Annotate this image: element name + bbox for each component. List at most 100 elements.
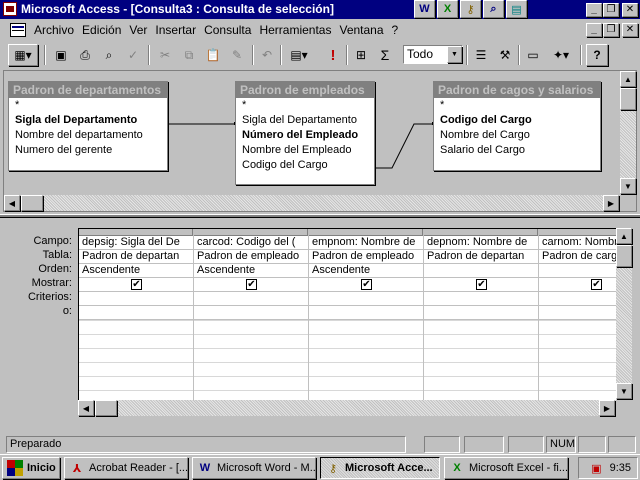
show-checkbox[interactable]: ✔ [131, 279, 142, 290]
view-button[interactable]: ▦ ▾ [8, 44, 38, 66]
field-list-item[interactable]: Nombre del Cargo [434, 128, 600, 143]
menu-herramientas[interactable]: Herramientas [255, 23, 335, 37]
scheduler-icon[interactable]: ▣ [591, 462, 601, 475]
document-window-icon[interactable] [10, 23, 26, 37]
sort-cell[interactable]: Ascendente [79, 264, 193, 278]
show-checkbox[interactable]: ✔ [591, 279, 602, 290]
column-selector[interactable] [79, 229, 193, 236]
pane-splitter[interactable] [0, 214, 640, 218]
scroll-thumb[interactable] [21, 195, 43, 211]
table-padron-departamentos[interactable]: Padron de departamentos * Sigla del Depa… [8, 81, 168, 171]
access-app-icon[interactable] [3, 2, 17, 16]
show-cell[interactable]: ✔ [79, 278, 193, 292]
menu-archivo[interactable]: Archivo [30, 23, 78, 37]
grid-column[interactable]: empnom: Nombre de Padron de empleado Asc… [309, 229, 424, 400]
field-list-item[interactable]: Número del Empleado [236, 128, 374, 143]
table-cell[interactable]: Padron de empleado [194, 250, 308, 264]
column-selector[interactable] [309, 229, 423, 236]
database-window-button[interactable]: ▭ [522, 44, 544, 66]
column-selector[interactable] [539, 229, 618, 236]
office-shortcut-2[interactable]: ⚷ [460, 0, 481, 18]
show-checkbox[interactable]: ✔ [476, 279, 487, 290]
show-checkbox[interactable]: ✔ [361, 279, 372, 290]
clock[interactable]: 9:35 [610, 462, 631, 474]
upper-horizontal-scrollbar[interactable]: ◀ ▶ [4, 195, 620, 211]
criteria-cell[interactable] [424, 292, 538, 306]
copy-button[interactable]: ⧉ [178, 44, 200, 66]
totals-button[interactable]: Σ [374, 44, 396, 66]
scroll-right-arrow-icon[interactable]: ▶ [599, 400, 615, 416]
scroll-thumb[interactable] [620, 88, 636, 110]
show-checkbox[interactable]: ✔ [246, 279, 257, 290]
grid-column[interactable]: depsig: Sigla del De Padron de departan … [79, 229, 194, 400]
scroll-left-arrow-icon[interactable]: ◀ [78, 400, 94, 416]
or-cell[interactable] [424, 306, 538, 320]
field-cell[interactable]: carnom: Nombre [539, 236, 618, 250]
show-cell[interactable]: ✔ [424, 278, 538, 292]
doc-close-button[interactable]: ✕ [622, 23, 638, 37]
grid-column[interactable]: depnom: Nombre de Padron de departan ✔ [424, 229, 539, 400]
field-cell[interactable]: empnom: Nombre de [309, 236, 423, 250]
start-button[interactable]: Inicio [2, 457, 60, 479]
show-cell[interactable]: ✔ [539, 278, 618, 292]
table-title[interactable]: Padron de empleados [236, 82, 374, 98]
menu-edicion[interactable]: Edición [78, 23, 125, 37]
top-values-select[interactable]: Todo ▼ [403, 45, 463, 64]
save-button[interactable]: ▣ [50, 44, 72, 66]
taskbar-button-excel[interactable]: X Microsoft Excel - fi... [444, 457, 568, 479]
scroll-down-arrow-icon[interactable]: ▼ [616, 383, 632, 399]
column-selector[interactable] [424, 229, 538, 236]
close-button[interactable]: ✕ [622, 3, 638, 17]
help-button[interactable]: ? [586, 44, 608, 66]
taskbar-button-acrobat[interactable]: ⅄ Acrobat Reader - [... [64, 457, 188, 479]
table-title[interactable]: Padron de cagos y salarios [434, 82, 600, 98]
criteria-cell[interactable] [79, 292, 193, 306]
or-cell[interactable] [309, 306, 423, 320]
criteria-cell[interactable] [309, 292, 423, 306]
show-table-button[interactable]: ⊞ [350, 44, 372, 66]
field-list-item[interactable]: Codigo del Cargo [236, 158, 374, 173]
show-cell[interactable]: ✔ [194, 278, 308, 292]
upper-vertical-scrollbar[interactable]: ▲ ▼ [620, 71, 636, 195]
office-shortcut-0[interactable]: W [414, 0, 435, 18]
grid-vertical-scrollbar[interactable]: ▲ ▼ [616, 228, 632, 400]
field-list-item[interactable]: Nombre del Empleado [236, 143, 374, 158]
field-list-item[interactable]: Numero del gerente [9, 143, 167, 158]
column-selector[interactable] [194, 229, 308, 236]
scroll-up-arrow-icon[interactable]: ▲ [616, 228, 632, 244]
run-button[interactable]: ! [322, 44, 344, 66]
menu-ventana[interactable]: Ventana [335, 23, 387, 37]
table-cell[interactable]: Padron de departan [79, 250, 193, 264]
grid-column[interactable]: carcod: Codigo del ( Padron de empleado … [194, 229, 309, 400]
field-list-item[interactable]: Codigo del Cargo [434, 113, 600, 128]
field-list-item[interactable]: Nombre del departamento [9, 128, 167, 143]
field-cell[interactable]: depnom: Nombre de [424, 236, 538, 250]
table-cell[interactable]: Padron de cargo [539, 250, 618, 264]
scroll-thumb[interactable] [616, 245, 632, 267]
field-cell[interactable]: carcod: Codigo del ( [194, 236, 308, 250]
taskbar-button-word[interactable]: W Microsoft Word - M... [192, 457, 316, 479]
field-cell[interactable]: depsig: Sigla del De [79, 236, 193, 250]
sort-cell[interactable]: Ascendente [194, 264, 308, 278]
sort-cell[interactable]: Ascendente [309, 264, 423, 278]
criteria-cell[interactable] [539, 292, 618, 306]
doc-minimize-button[interactable]: _ [586, 23, 602, 37]
field-list-item[interactable]: Salario del Cargo [434, 143, 600, 158]
cut-button[interactable]: ✂ [154, 44, 176, 66]
scroll-down-arrow-icon[interactable]: ▼ [620, 178, 636, 194]
table-cell[interactable]: Padron de departan [424, 250, 538, 264]
scroll-right-arrow-icon[interactable]: ▶ [603, 195, 619, 211]
table-cell[interactable]: Padron de empleado [309, 250, 423, 264]
table-title[interactable]: Padron de departamentos [9, 82, 167, 98]
print-preview-button[interactable]: ⌕ [98, 44, 120, 66]
sort-cell[interactable] [424, 264, 538, 278]
scroll-thumb[interactable] [95, 400, 117, 416]
or-cell[interactable] [79, 306, 193, 320]
field-list-item[interactable]: Sigla del Departamento [236, 113, 374, 128]
sort-cell[interactable] [539, 264, 618, 278]
taskbar-button-access[interactable]: ⚷ Microsoft Acce... [320, 457, 440, 479]
table-padron-empleados[interactable]: Padron de empleados * Sigla del Departam… [235, 81, 375, 185]
paste-button[interactable]: 📋 [202, 44, 224, 66]
query-type-button[interactable]: ▤ ▾ [284, 44, 314, 66]
spelling-button[interactable]: ✓ [122, 44, 144, 66]
